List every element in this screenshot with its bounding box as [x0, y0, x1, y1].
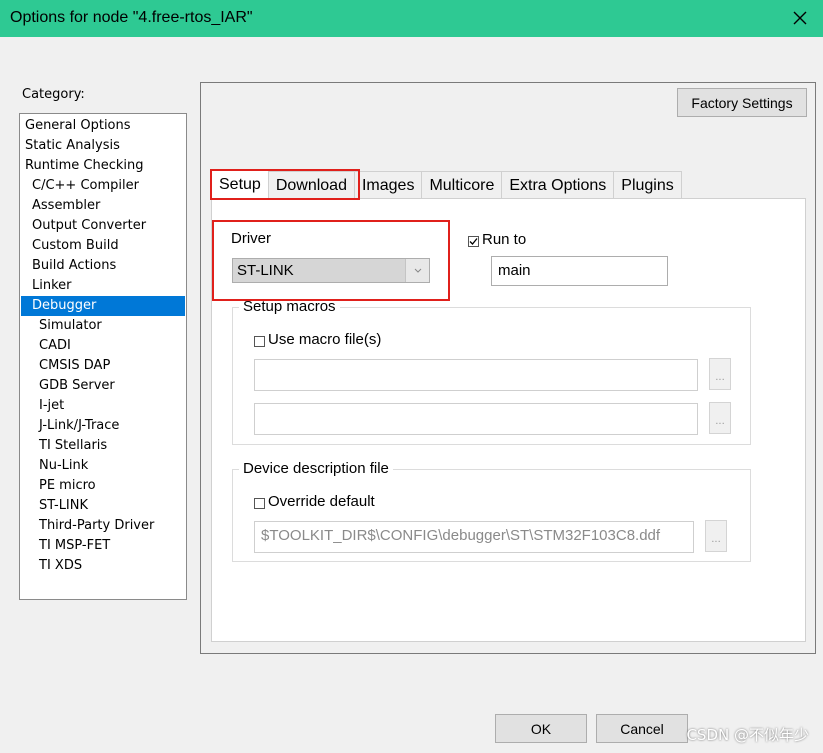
category-item[interactable]: Runtime Checking [21, 156, 186, 176]
tab-bar: Setup Download Images Multicore Extra Option… [211, 169, 682, 199]
category-item[interactable]: Linker [21, 276, 186, 296]
category-item[interactable]: Assembler [21, 196, 186, 216]
category-item[interactable]: Simulator [21, 316, 186, 336]
device-description-title: Device description file [239, 460, 393, 477]
ok-button[interactable]: OK [495, 714, 587, 743]
chevron-down-icon [414, 268, 422, 273]
category-item[interactable]: CMSIS DAP [21, 356, 186, 376]
title-bar: Options for node "4.free-rtos_IAR" [0, 0, 823, 37]
watermark: CSDN @不似年少 [686, 726, 809, 744]
factory-settings-button[interactable]: Factory Settings [677, 88, 807, 117]
category-list[interactable]: General Options Static Analysis Runtime Ch… [19, 113, 187, 600]
setup-macros-title: Setup macros [239, 298, 340, 315]
category-item[interactable]: General Options [21, 116, 186, 136]
category-item[interactable]: Build Actions [21, 256, 186, 276]
category-item[interactable]: Static Analysis [21, 136, 186, 156]
tab-extra-options[interactable]: Extra Options [501, 171, 615, 199]
macro-browse-button-2[interactable]: ... [709, 402, 731, 434]
driver-select-value: ST-LINK [233, 259, 406, 282]
macro-file-input-1[interactable] [254, 359, 698, 391]
options-panel: Factory Settings Setup Download Images Mult… [200, 82, 816, 654]
close-button[interactable] [787, 5, 813, 31]
tab-images[interactable]: Images [353, 171, 423, 199]
category-item[interactable]: ST-LINK [21, 496, 186, 516]
device-description-path-input[interactable]: $TOOLKIT_DIR$\CONFIG\debugger\ST\STM32F1… [254, 521, 694, 553]
category-item[interactable]: TI MSP-FET [21, 536, 186, 556]
use-macro-checkbox[interactable] [254, 336, 265, 347]
category-item[interactable]: Third-Party Driver [21, 516, 186, 536]
tab-download[interactable]: Download [267, 171, 355, 199]
category-item[interactable]: Nu-Link [21, 456, 186, 476]
category-item[interactable]: Custom Build [21, 236, 186, 256]
category-item[interactable]: TI XDS [21, 556, 186, 576]
device-description-browse-button[interactable]: ... [705, 520, 727, 552]
category-item[interactable]: PE micro [21, 476, 186, 496]
category-item[interactable]: TI Stellaris [21, 436, 186, 456]
run-to-input[interactable]: main [491, 256, 668, 286]
run-to-checkbox[interactable] [468, 236, 479, 247]
setup-tab-content: Driver ST-LINK Run to main Setup macros … [211, 198, 806, 642]
driver-label: Driver [231, 230, 271, 247]
run-to-label: Run to [482, 231, 527, 248]
category-item[interactable]: Debugger [21, 296, 185, 316]
window-title: Options for node "4.free-rtos_IAR" [10, 9, 253, 26]
checkmark-icon [469, 238, 478, 245]
driver-select[interactable]: ST-LINK [232, 258, 430, 283]
category-label: Category: [22, 87, 85, 102]
macro-file-input-2[interactable] [254, 403, 698, 435]
override-default-label: Override default [268, 493, 375, 510]
category-item[interactable]: C/C++ Compiler [21, 176, 186, 196]
tab-multicore[interactable]: Multicore [421, 171, 503, 199]
use-macro-label: Use macro file(s) [268, 331, 382, 348]
category-item[interactable]: J-Link/J-Trace [21, 416, 186, 436]
tab-setup[interactable]: Setup [211, 169, 269, 199]
category-item[interactable]: Output Converter [21, 216, 186, 236]
cancel-button[interactable]: Cancel [596, 714, 688, 743]
tab-plugins[interactable]: Plugins [613, 171, 682, 199]
close-icon [793, 11, 807, 25]
category-item[interactable]: I-jet [21, 396, 186, 416]
category-item[interactable]: GDB Server [21, 376, 186, 396]
category-item[interactable]: CADI [21, 336, 186, 356]
override-default-checkbox[interactable] [254, 498, 265, 509]
macro-browse-button-1[interactable]: ... [709, 358, 731, 390]
